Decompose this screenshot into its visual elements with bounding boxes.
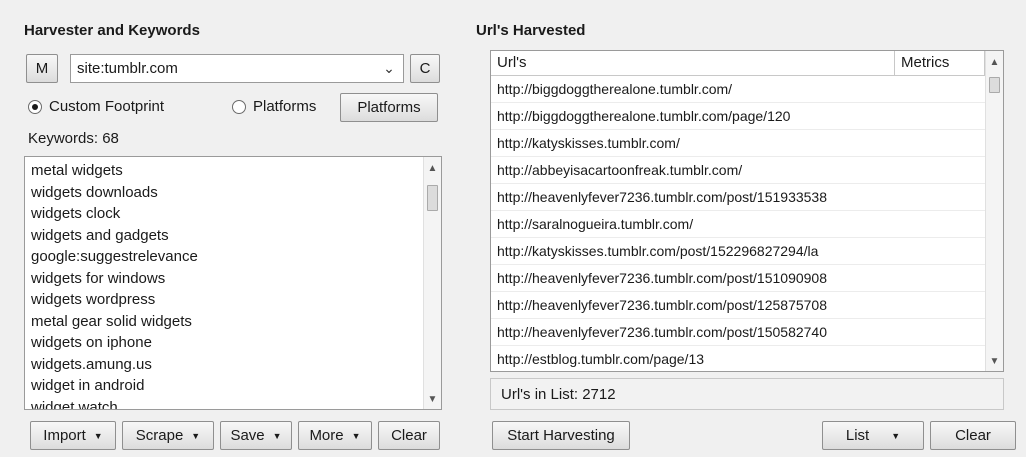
- urls-status-bar: Url's in List: 2712: [490, 378, 1004, 410]
- table-row[interactable]: http://biggdoggtherealone.tumblr.com/: [491, 76, 987, 103]
- chevron-down-icon[interactable]: ⌄: [375, 60, 403, 77]
- keywords-scrollbar[interactable]: ▲ ▼: [423, 157, 441, 409]
- urls-count: 2712: [582, 385, 616, 403]
- custom-footprint-label: Custom Footprint: [49, 98, 165, 115]
- table-row[interactable]: http://katyskisses.tumblr.com/: [491, 130, 987, 157]
- footprint-value: site:tumblr.com: [77, 60, 178, 77]
- clear-urls-button[interactable]: Clear: [930, 421, 1016, 450]
- footprint-combo[interactable]: site:tumblr.com ⌄: [70, 54, 404, 83]
- dropdown-arrow-icon: ▼: [272, 430, 282, 441]
- scroll-up-icon[interactable]: ▲: [986, 57, 1003, 68]
- start-harvesting-button[interactable]: Start Harvesting: [492, 421, 630, 450]
- keywords-count: 68: [102, 130, 119, 147]
- clear-keywords-button[interactable]: Clear: [378, 421, 440, 450]
- scroll-up-icon[interactable]: ▲: [424, 163, 441, 174]
- table-row[interactable]: http://estblog.tumblr.com/page/13: [491, 346, 987, 371]
- table-row[interactable]: http://heavenlyfever7236.tumblr.com/post…: [491, 292, 987, 319]
- table-row[interactable]: http://heavenlyfever7236.tumblr.com/post…: [491, 184, 987, 211]
- table-row[interactable]: http://heavenlyfever7236.tumblr.com/post…: [491, 265, 987, 292]
- scrape-button[interactable]: Scrape ▼: [122, 421, 214, 450]
- scroll-thumb[interactable]: [427, 185, 438, 211]
- table-row[interactable]: http://saralnogueira.tumblr.com/: [491, 211, 987, 238]
- platforms-radio-label: Platforms: [253, 98, 317, 115]
- keyword-item[interactable]: widgets downloads: [25, 182, 441, 204]
- keywords-list[interactable]: metal widgets widgets downloads widgets …: [24, 156, 442, 410]
- keywords-label: Keywords: 68: [28, 130, 119, 147]
- m-button[interactable]: M: [26, 54, 58, 83]
- more-button[interactable]: More ▼: [298, 421, 372, 450]
- keyword-item[interactable]: widgets on iphone: [25, 332, 441, 354]
- keyword-item[interactable]: metal gear solid widgets: [25, 311, 441, 333]
- platforms-radio[interactable]: Platforms: [232, 98, 316, 115]
- c-button[interactable]: C: [410, 54, 440, 83]
- table-row[interactable]: http://biggdoggtherealone.tumblr.com/pag…: [491, 103, 987, 130]
- keyword-item[interactable]: widget in android: [25, 375, 441, 397]
- keyword-item[interactable]: widgets and gadgets: [25, 225, 441, 247]
- import-button[interactable]: Import ▼: [30, 421, 116, 450]
- column-header-metrics[interactable]: Metrics: [895, 51, 985, 75]
- urls-scrollbar[interactable]: ▲ ▼: [985, 51, 1003, 371]
- keyword-item[interactable]: google:suggestrelevance: [25, 246, 441, 268]
- keyword-item[interactable]: widget watch: [25, 397, 441, 410]
- urls-count-label: Url's in List:: [501, 385, 579, 403]
- urls-title: Url's Harvested: [476, 22, 586, 39]
- harvester-panel: Harvester and Keywords M site:tumblr.com…: [0, 0, 460, 457]
- platforms-button[interactable]: Platforms: [340, 93, 438, 122]
- keyword-item[interactable]: widgets clock: [25, 203, 441, 225]
- save-button[interactable]: Save ▼: [220, 421, 292, 450]
- dropdown-arrow-icon: ▼: [351, 430, 361, 441]
- column-header-urls[interactable]: Url's: [491, 51, 895, 75]
- dropdown-arrow-icon: ▼: [191, 430, 201, 441]
- scroll-thumb[interactable]: [989, 77, 1000, 93]
- table-row[interactable]: http://katyskisses.tumblr.com/post/15229…: [491, 238, 987, 265]
- keyword-item[interactable]: widgets wordpress: [25, 289, 441, 311]
- scroll-down-icon[interactable]: ▼: [986, 356, 1003, 367]
- custom-footprint-radio[interactable]: Custom Footprint: [28, 98, 164, 115]
- keyword-item[interactable]: widgets for windows: [25, 268, 441, 290]
- radio-unchecked-icon[interactable]: [232, 99, 246, 114]
- harvester-title: Harvester and Keywords: [24, 22, 200, 39]
- table-row[interactable]: http://heavenlyfever7236.tumblr.com/post…: [491, 319, 987, 346]
- table-header: Url's Metrics: [491, 51, 1003, 76]
- url-table[interactable]: Url's Metrics http://biggdoggtherealone.…: [490, 50, 1004, 372]
- dropdown-arrow-icon: ▼: [891, 430, 901, 441]
- keyword-item[interactable]: widgets.amung.us: [25, 354, 441, 376]
- scroll-down-icon[interactable]: ▼: [424, 394, 441, 405]
- radio-checked-icon[interactable]: [28, 99, 42, 114]
- keyword-item[interactable]: metal widgets: [25, 160, 441, 182]
- list-button[interactable]: List ▼: [822, 421, 924, 450]
- table-row[interactable]: http://abbeyisacartoonfreak.tumblr.com/: [491, 157, 987, 184]
- dropdown-arrow-icon: ▼: [93, 430, 103, 441]
- urls-panel: Url's Harvested Url's Metrics http://big…: [460, 0, 1026, 457]
